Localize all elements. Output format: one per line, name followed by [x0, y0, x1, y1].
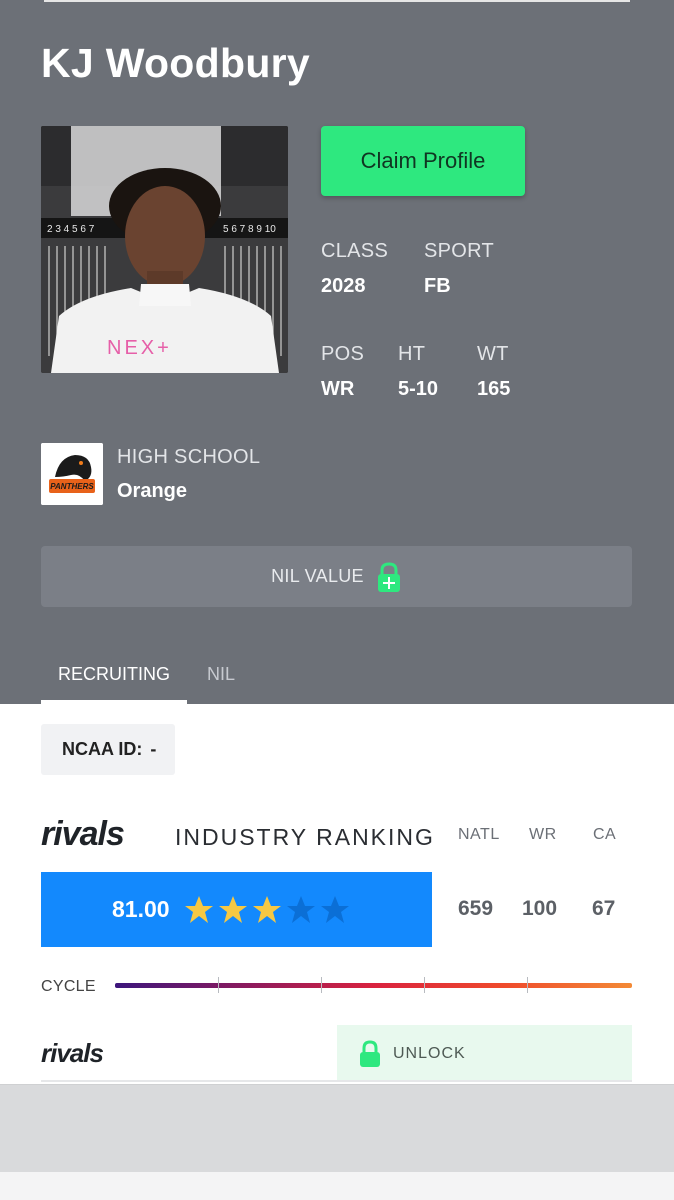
wt-label: WT — [477, 343, 509, 365]
rating-score-box: 81.00 — [41, 872, 432, 947]
rank-value-natl: 659 — [458, 897, 494, 920]
star-empty-icon — [320, 896, 349, 923]
svg-text:2 3 4 5 6 7: 2 3 4 5 6 7 — [47, 224, 95, 235]
player-photo: 2 3 4 5 6 7 5 6 7 8 9 10 NEX+ — [41, 126, 288, 373]
sport-value: FB — [424, 275, 451, 297]
class-label: CLASS — [321, 240, 389, 262]
bottom-strip — [0, 1172, 674, 1200]
rank-value-position: 100 — [522, 897, 558, 920]
rank-value-state: 67 — [592, 897, 616, 920]
nil-value-label: NIL VALUE — [271, 566, 364, 586]
player-name: KJ Woodbury — [41, 40, 311, 86]
section-divider — [41, 1080, 632, 1082]
school-logo-text: PANTHERS — [50, 482, 94, 491]
claim-profile-button[interactable]: Claim Profile — [321, 126, 525, 196]
tab-recruiting[interactable]: RECRUITING — [41, 650, 187, 704]
bottom-overlay-band — [0, 1084, 674, 1172]
lock-plus-icon — [377, 561, 400, 592]
star-filled-icon — [184, 896, 213, 923]
high-school-value[interactable]: Orange — [117, 480, 187, 503]
cycle-label: CYCLE — [41, 978, 96, 995]
star-empty-icon — [286, 896, 315, 923]
profile-header: KJ Woodbury 2 3 4 5 6 7 5 6 7 8 9 10 NEX… — [0, 0, 674, 704]
panther-logo-icon: PANTHERS — [41, 443, 103, 505]
tab-nil[interactable]: NIL — [190, 650, 252, 704]
high-school-label: HIGH SCHOOL — [117, 446, 261, 468]
rank-header-natl: NATL — [458, 826, 500, 843]
rank-header-position: WR — [529, 826, 557, 843]
ncaa-id-value: - — [150, 739, 157, 759]
ht-label: HT — [398, 343, 426, 365]
sport-label: SPORT — [424, 240, 495, 262]
lock-icon — [360, 1039, 380, 1067]
nil-value-button[interactable]: NIL VALUE — [41, 546, 632, 607]
rating-score: 81.00 — [112, 896, 170, 922]
player-photo-image: 2 3 4 5 6 7 5 6 7 8 9 10 NEX+ — [41, 126, 288, 373]
cycle-tick — [218, 977, 219, 993]
cycle-tick — [424, 977, 425, 993]
rivals-logo: rivals — [41, 815, 125, 853]
industry-ranking-title: INDUSTRY RANKING — [175, 824, 435, 850]
ncaa-id-badge: NCAA ID: - — [41, 724, 175, 775]
unlock-button[interactable]: UNLOCK — [337, 1025, 632, 1082]
class-value: 2028 — [321, 275, 366, 297]
ncaa-id-label: NCAA ID: — [62, 739, 143, 759]
cycle-timeline-bar — [115, 983, 632, 988]
star-filled-icon — [252, 896, 281, 923]
rivals-logo-small: rivals — [41, 1038, 104, 1068]
pos-label: POS — [321, 343, 365, 365]
pos-value: WR — [321, 378, 355, 400]
ht-value: 5-10 — [398, 378, 439, 400]
school-logo[interactable]: PANTHERS — [41, 443, 103, 505]
rank-header-state: CA — [593, 826, 617, 843]
top-divider — [44, 0, 630, 2]
svg-text:5 6 7 8 9 10: 5 6 7 8 9 10 — [223, 224, 276, 235]
unlock-label: UNLOCK — [393, 1044, 466, 1062]
cycle-tick — [527, 977, 528, 993]
shirt-text: NEX+ — [107, 337, 172, 359]
wt-value: 165 — [477, 378, 511, 400]
star-rating — [184, 895, 350, 924]
star-filled-icon — [218, 896, 247, 923]
cycle-tick — [321, 977, 322, 993]
